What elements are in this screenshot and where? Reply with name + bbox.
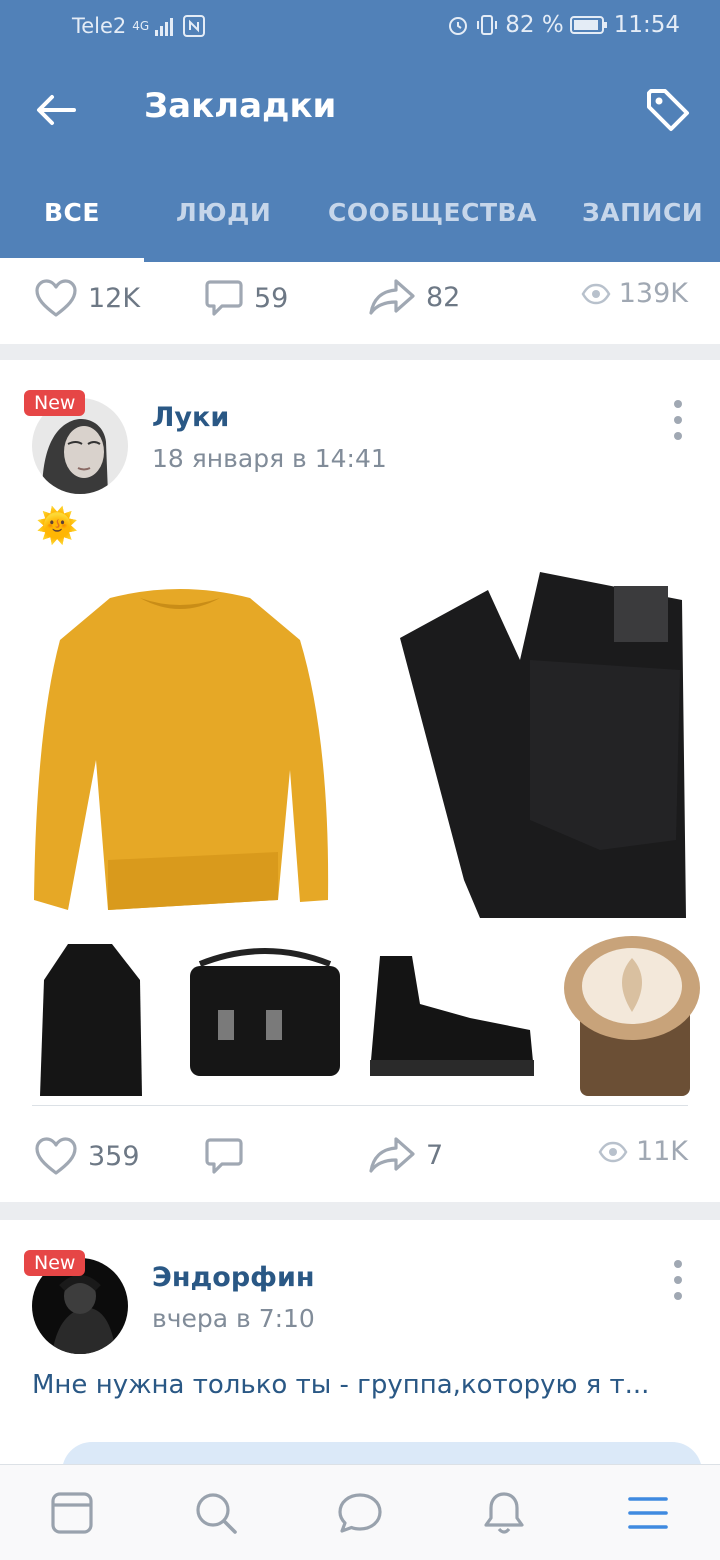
post-author[interactable]: Эндорфин xyxy=(152,1262,315,1293)
tab-posts[interactable]: ЗАПИСИ xyxy=(582,186,703,262)
author-avatar[interactable]: New xyxy=(24,390,134,500)
post-divider xyxy=(32,1105,688,1106)
comment-button[interactable]: 59 xyxy=(204,278,288,318)
post-card-partial: 12K 59 82 139K xyxy=(0,262,720,344)
views-counter: 139K xyxy=(581,278,688,309)
comment-icon xyxy=(205,1138,243,1174)
carrier-name: Tele2 xyxy=(72,14,127,38)
like-count: 359 xyxy=(88,1140,140,1172)
bottom-navigation xyxy=(0,1464,720,1560)
new-badge: New xyxy=(24,1250,86,1276)
alarm-icon xyxy=(449,17,468,35)
like-button[interactable]: 12K xyxy=(34,278,140,318)
like-count: 12K xyxy=(88,282,141,314)
dot xyxy=(674,432,682,440)
post-text[interactable]: Мне нужна только ты - группа,которую я т… xyxy=(32,1370,649,1400)
share-icon xyxy=(369,279,415,315)
outfit-collage-image xyxy=(0,560,720,1100)
eye-icon xyxy=(598,1141,628,1162)
comment-button[interactable] xyxy=(204,1136,254,1176)
clock: 11:54 xyxy=(613,12,680,38)
signal-icon xyxy=(155,18,174,36)
more-options-button[interactable] xyxy=(670,400,686,440)
post-date[interactable]: вчера в 7:10 xyxy=(152,1304,315,1333)
post-image[interactable] xyxy=(0,560,720,1100)
views-counter: 11K xyxy=(598,1136,688,1167)
nfc-icon xyxy=(183,15,206,37)
comment-icon xyxy=(205,280,243,316)
dot xyxy=(674,1260,682,1268)
share-icon xyxy=(369,1137,415,1173)
status-right: 82 % 11:54 xyxy=(447,12,680,38)
messages-icon xyxy=(338,1493,382,1533)
tab-people[interactable]: ЛЮДИ xyxy=(176,186,271,262)
post-card: New Луки 18 января в 14:41 🌞 359 7 11K xyxy=(0,360,720,1202)
dot xyxy=(674,416,682,424)
nav-search[interactable] xyxy=(190,1487,242,1539)
battery-level: 82 % xyxy=(505,12,564,38)
feed-icon xyxy=(51,1492,93,1534)
dot xyxy=(674,1276,682,1284)
comment-count: 59 xyxy=(254,282,289,314)
dot xyxy=(674,1292,682,1300)
arrow-left-icon xyxy=(37,95,76,125)
status-bar: Tele2 4G 82 % 11:54 xyxy=(0,0,720,56)
post-emoji: 🌞 xyxy=(36,506,79,546)
title-bar: Закладки xyxy=(0,70,720,150)
post-actions: 12K 59 82 139K xyxy=(0,266,720,326)
heart-icon xyxy=(35,279,77,317)
tab-all[interactable]: ВСЕ xyxy=(0,186,144,262)
nav-feed[interactable] xyxy=(46,1487,98,1539)
nav-menu[interactable] xyxy=(622,1487,674,1539)
search-icon xyxy=(196,1493,237,1534)
share-count: 82 xyxy=(426,281,461,313)
menu-icon xyxy=(628,1497,668,1529)
new-badge: New xyxy=(24,390,86,416)
vibrate-icon xyxy=(477,15,498,35)
view-count: 11K xyxy=(635,1136,688,1167)
dot xyxy=(674,400,682,408)
network-type: 4G xyxy=(132,19,150,33)
tags-button[interactable] xyxy=(640,82,696,138)
status-left: Tele2 4G xyxy=(72,14,206,38)
more-options-button[interactable] xyxy=(670,1260,686,1300)
bookmark-tabs: ВСЕ ЛЮДИ СООБЩЕСТВА ЗАПИСИ xyxy=(0,186,720,262)
tag-icon xyxy=(647,89,689,131)
page-title: Закладки xyxy=(144,86,337,126)
author-avatar[interactable]: New xyxy=(24,1250,134,1360)
share-button[interactable]: 82 xyxy=(368,278,460,316)
share-count: 7 xyxy=(426,1139,444,1171)
like-button[interactable]: 359 xyxy=(34,1136,140,1176)
bell-icon xyxy=(484,1492,524,1534)
battery-icon xyxy=(569,16,607,34)
back-button[interactable] xyxy=(28,86,84,134)
post-date[interactable]: 18 января в 14:41 xyxy=(152,444,387,473)
tab-communities[interactable]: СООБЩЕСТВА xyxy=(328,186,537,262)
nav-notifications[interactable] xyxy=(478,1487,530,1539)
post-actions: 359 7 11K xyxy=(0,1124,720,1184)
heart-icon xyxy=(35,1137,77,1175)
app-header: Tele2 4G 82 % 11:54 Закладки ВСЕ ЛЮДИ СО… xyxy=(0,0,720,262)
share-button[interactable]: 7 xyxy=(368,1136,443,1174)
post-author[interactable]: Луки xyxy=(152,402,229,433)
nav-messages[interactable] xyxy=(334,1487,386,1539)
eye-icon xyxy=(581,283,611,304)
view-count: 139K xyxy=(618,278,688,309)
